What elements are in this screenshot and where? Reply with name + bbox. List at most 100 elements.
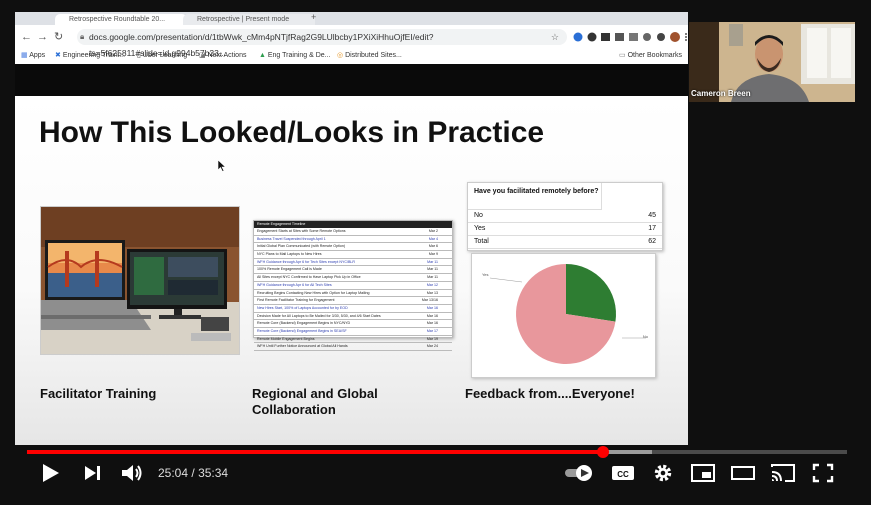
timeline-date: Mar 13/16 [421, 298, 438, 303]
bookmarks-bar: ▦ Apps ✖ Engineering Traini... ▯ Uber Le… [15, 48, 688, 64]
timeline-row: WFH Until Further Notice Announced at Gl… [254, 343, 452, 351]
timeline-event: WFH Until Further Notice Announced at Gl… [257, 344, 348, 349]
caption-regional-global: Regional and Global Collaboration [252, 386, 378, 417]
bookmark-icon: ✖ [55, 52, 63, 59]
pie-chart-svg: Yes No [482, 264, 649, 364]
settings-gear-icon[interactable] [651, 462, 675, 484]
bookmark-icon: ◎ [337, 52, 346, 59]
other-bookmarks[interactable]: ▭ Other Bookmarks [619, 48, 682, 64]
reload-icon[interactable]: ↻ [54, 29, 63, 45]
timeline-date: Mar 4 [428, 236, 438, 241]
bookmark-item[interactable]: ▯ Uber Learning [137, 48, 187, 64]
progress-bar[interactable] [27, 446, 847, 458]
timeline-row: WFH Guidance through Apr 6 for All Tech … [254, 282, 452, 290]
caption-feedback: Feedback from....Everyone! [465, 386, 635, 401]
timeline-rows: Engagement Starts at Sites with Some Rem… [254, 228, 452, 351]
bookmark-item[interactable]: ▲ Eng Training & De... [259, 48, 331, 64]
feedback-pie-chart: Yes No [471, 253, 656, 378]
timeline-date: Mar 16 [426, 305, 438, 310]
slide-top-bar [15, 64, 688, 96]
caption-facilitator-training: Facilitator Training [40, 386, 157, 401]
timeline-date: Mar 6 [428, 244, 438, 249]
survey-row: No 45 [468, 210, 662, 223]
participant-name: Cameron Breen [691, 89, 751, 98]
workstation-photo [40, 206, 240, 355]
time-display: 25:04 / 35:34 [158, 466, 228, 480]
survey-table: Have you facilitated remotely before? No… [467, 182, 663, 251]
timeline-event: WFH Guidance through Apr 6 for All Tech … [257, 282, 332, 287]
timeline-row: Initial Global Plan Communicated (with R… [254, 243, 452, 252]
survey-value: 62 [648, 238, 656, 245]
survey-value: 17 [648, 225, 656, 232]
survey-rows: No 45 Yes 17 Total 62 [468, 210, 662, 249]
workstation-illustration [41, 207, 239, 354]
survey-question: Have you facilitated remotely before? [468, 183, 602, 210]
pie-label: Yes [482, 272, 489, 277]
timeline-event: Decision Made for All Laptops to Be Mail… [257, 313, 381, 318]
timeline-date: Mar 9 [428, 252, 438, 257]
extension-icons[interactable] [572, 31, 688, 43]
bookmark-icon: ◪ [199, 52, 208, 59]
timeline-date: Mar 11 [427, 275, 438, 280]
star-icon[interactable]: ☆ [551, 29, 559, 45]
presentation-slide: How This Looked/Looks in Practice Remote… [15, 96, 688, 445]
video-player[interactable]: Retrospective Roundtable 20... Retrospec… [0, 0, 871, 505]
timeline-row: All Sites except NYC Confirmed to Have L… [254, 274, 452, 282]
miniplayer-icon[interactable] [690, 462, 716, 484]
timeline-date: Mar 19 [426, 336, 438, 341]
drive-icon: ▲ [259, 52, 268, 59]
bookmark-item[interactable]: ◎ Distributed Sites... [337, 48, 402, 64]
timeline-event: Remote Core (Backend) Engagement Begins … [257, 328, 347, 333]
timeline-event: Remote Mobile Engagement Begins [257, 336, 315, 341]
timeline-event: First Remote Facilitator Training for En… [257, 298, 335, 303]
new-tab-icon[interactable]: + [311, 12, 316, 22]
bookmark-item[interactable]: ◪ Next Actions [199, 48, 246, 64]
progress-scrubber[interactable] [597, 446, 610, 458]
timeline-date: Mar 17 [426, 328, 438, 333]
timeline-row: NYC Plans to Mail Laptops to New Hires Ma… [254, 251, 452, 259]
survey-label: No [474, 212, 483, 219]
browser-tab[interactable]: Retrospective Roundtable 20... [55, 14, 187, 25]
survey-row: Yes 17 [468, 223, 662, 236]
browser-tab[interactable]: Retrospective | Present mode [183, 14, 315, 25]
survey-label: Total [474, 238, 489, 245]
current-time: 25:04 [158, 466, 189, 480]
duration: 35:34 [198, 466, 229, 480]
progress-loaded [603, 450, 652, 454]
bookmark-item[interactable]: ✖ Engineering Traini... [55, 48, 125, 64]
timeline-event: WFH Guidance through Apr 6 for Tech Site… [257, 259, 356, 264]
pie-label: No [643, 334, 649, 339]
cast-icon[interactable] [770, 462, 796, 484]
volume-icon[interactable] [120, 462, 144, 484]
timeline-row: WFH Guidance through Apr 6 for Tech Site… [254, 259, 452, 267]
address-bar[interactable]: 🔒︎ docs.google.com/presentation/d/1tbWwk… [77, 29, 567, 58]
timeline-event: NYC Plans to Mail Laptops to New Hires [257, 252, 322, 257]
bookmark-item[interactable]: ▦ Apps [21, 48, 45, 64]
mouse-cursor-icon [218, 160, 226, 172]
theater-mode-icon[interactable] [730, 462, 756, 484]
autoplay-toggle-icon[interactable] [563, 462, 595, 484]
timeline-row: New Hires Start, 100% of Laptops Account… [254, 305, 452, 313]
play-icon[interactable] [39, 462, 61, 484]
subtitles-icon[interactable]: CC [610, 462, 636, 484]
svg-text:CC: CC [617, 470, 629, 479]
timeline-row: Remote Mobile Engagement Begins Mar 19 [254, 336, 452, 344]
pie-leader-line [489, 277, 523, 283]
forward-icon[interactable]: → [37, 29, 48, 45]
timeline-row: Remote Core (Backend) Engagement Begins … [254, 328, 452, 336]
timeline-row: Engagement Starts at Sites with Some Rem… [254, 228, 452, 236]
webcam-view: Cameron Breen [689, 22, 855, 102]
timeline-date: Mar 11 [427, 267, 438, 272]
fullscreen-icon[interactable] [810, 462, 836, 484]
timeline-date: Mar 16 [426, 313, 438, 318]
timeline-row: Business Travel Suspended through April … [254, 236, 452, 244]
timeline-date: Mar 11 [427, 259, 438, 264]
timeline-event: Recruiting Begins Contacting New Hires w… [257, 290, 370, 295]
next-icon[interactable] [82, 462, 104, 484]
back-icon[interactable]: ← [21, 29, 32, 45]
timeline-row: Decision Made for All Laptops to Be Mail… [254, 313, 452, 321]
timeline-event: 100% Remote Engagement Call is Made [257, 267, 322, 272]
timeline-row: Remote Core (Backend) Engagement Begins … [254, 320, 452, 328]
survey-label: Yes [474, 225, 486, 232]
slide-title: How This Looked/Looks in Practice [39, 116, 545, 149]
